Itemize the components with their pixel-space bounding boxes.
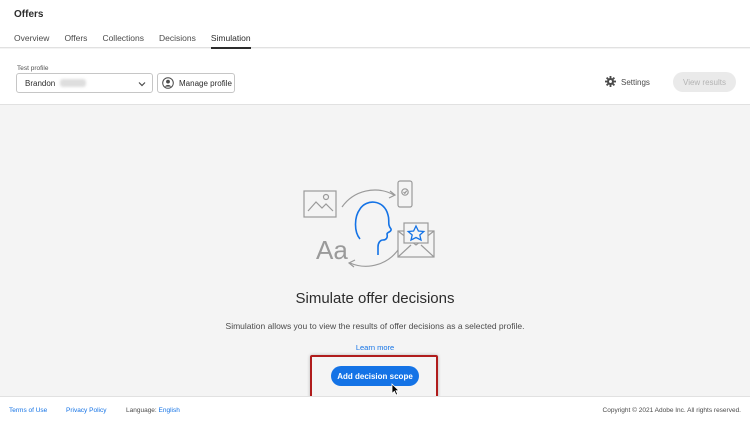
app-header: Offers Overview Offers Collections Decis… <box>0 0 750 49</box>
redacted-name <box>60 79 87 87</box>
manage-profile-label: Manage profile <box>179 78 232 88</box>
test-profile-label: Test profile <box>17 65 49 72</box>
terms-of-use-link[interactable]: Terms of Use <box>9 407 47 414</box>
add-decision-scope-button[interactable]: Add decision scope <box>331 366 419 386</box>
settings-label: Settings <box>621 78 650 87</box>
view-results-button[interactable]: View results <box>673 72 736 92</box>
footer: Terms of Use Privacy Policy Language: En… <box>0 396 750 425</box>
simulation-illustration: Aa <box>298 177 438 277</box>
privacy-policy-link[interactable]: Privacy Policy <box>66 407 106 414</box>
tab-offers[interactable]: Offers <box>64 33 87 48</box>
tab-decisions[interactable]: Decisions <box>159 33 196 48</box>
empty-state-description: Simulation allows you to view the result… <box>225 321 525 331</box>
tab-bar: Overview Offers Collections Decisions Si… <box>14 33 266 49</box>
svg-text:Aa: Aa <box>316 235 348 265</box>
language-label: Language: <box>126 407 157 414</box>
empty-state-title: Simulate offer decisions <box>295 290 455 307</box>
copyright-text: Copyright © 2021 Adobe Inc. All rights r… <box>602 407 741 414</box>
test-profile-select[interactable]: Brandon <box>16 73 153 93</box>
tab-simulation[interactable]: Simulation <box>210 33 251 49</box>
toolbar: Test profile Brandon Manage profile Sett… <box>0 49 750 105</box>
language-link[interactable]: English <box>159 407 180 414</box>
profile-value: Brandon <box>25 78 56 88</box>
chevron-down-icon <box>138 80 146 90</box>
language-selector: Language: English <box>126 407 180 414</box>
tab-collections[interactable]: Collections <box>102 33 144 48</box>
settings-button[interactable]: Settings <box>605 76 650 89</box>
user-circle-icon <box>162 77 174 89</box>
gear-icon <box>605 76 616 89</box>
manage-profile-button[interactable]: Manage profile <box>157 73 235 93</box>
learn-more-link[interactable]: Learn more <box>0 343 750 352</box>
tab-overview[interactable]: Overview <box>14 33 49 48</box>
page-title: Offers <box>14 9 44 20</box>
